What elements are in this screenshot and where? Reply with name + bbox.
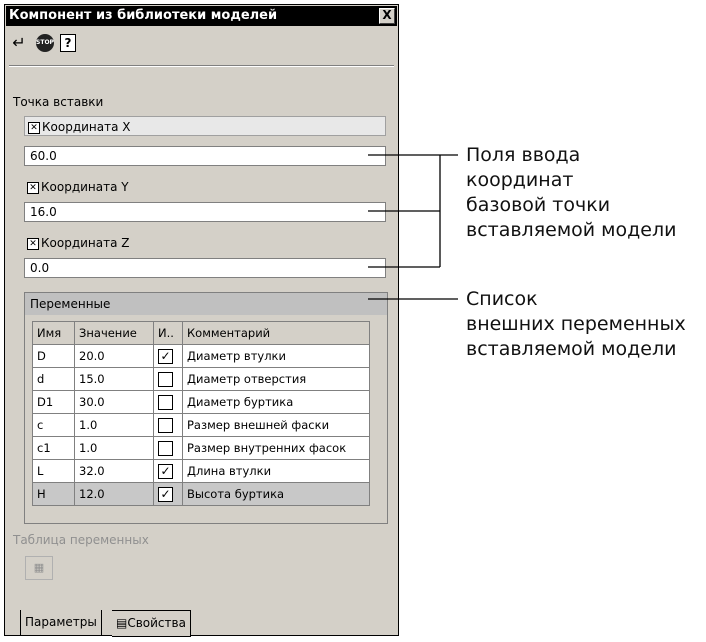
external-checkbox[interactable]	[158, 394, 173, 410]
vars-callout: Список внешних переменных вставляемой мо…	[466, 287, 686, 362]
external-checkbox[interactable]	[158, 371, 173, 387]
properties-icon: ▤	[116, 616, 128, 630]
library-component-panel: Компонент из библиотеки моделей X ↵ STOP…	[4, 4, 400, 637]
external-checkbox[interactable]	[158, 440, 173, 456]
coords-callout-line-3: базовой точки	[466, 194, 611, 216]
var-external-cell[interactable]: ✓	[153, 344, 183, 368]
panel-title: Компонент из библиотеки моделей	[9, 8, 278, 23]
vars-callout-line-3: вставляемой модели	[466, 338, 677, 360]
var-table-icon[interactable]: ▦	[25, 556, 53, 580]
var-name-cell[interactable]: D	[32, 344, 75, 368]
variables-table: Имя Значение И.. Комментарий D 20.0 ✓ Диаме…	[32, 321, 370, 506]
var-value-cell[interactable]: 12.0	[74, 482, 154, 506]
var-value-cell[interactable]: 20.0	[74, 344, 154, 368]
var-external-cell[interactable]	[153, 367, 183, 391]
var-comment-cell[interactable]: Размер внешней фаски	[182, 413, 370, 437]
stop-icon[interactable]: STOP	[36, 34, 54, 52]
coord-z-checkbox[interactable]: ✕	[27, 237, 39, 250]
panel-tabs: Параметры ▤Свойства	[5, 610, 400, 637]
var-external-cell[interactable]	[153, 413, 183, 437]
var-comment-cell[interactable]: Диаметр втулки	[182, 344, 370, 368]
col-external[interactable]: И..	[153, 321, 183, 345]
var-table-label: Таблица переменных	[13, 533, 149, 547]
variables-heading[interactable]: Переменные	[25, 293, 387, 315]
enter-arrow-icon[interactable]: ↵	[9, 33, 29, 53]
var-value-cell[interactable]: 15.0	[74, 367, 154, 391]
toolbar-divider	[9, 65, 394, 67]
var-external-cell[interactable]: ✓	[153, 459, 183, 483]
var-comment-cell[interactable]: Длина втулки	[182, 459, 370, 483]
coord-x-label: Координата X	[42, 120, 131, 134]
close-button[interactable]: X	[379, 8, 395, 24]
var-value-cell[interactable]: 30.0	[74, 390, 154, 414]
table-row[interactable]: c 1.0 Размер внешней фаски	[32, 413, 370, 437]
table-row[interactable]: c1 1.0 Размер внутренних фасок	[32, 436, 370, 460]
external-checkbox[interactable]: ✓	[158, 348, 173, 364]
var-name-cell[interactable]: D1	[32, 390, 75, 414]
panel-titlebar: Компонент из библиотеки моделей X	[6, 6, 397, 26]
coord-z-header[interactable]: ✕ Координата Z	[24, 233, 386, 253]
coords-callout-line-4: вставляемой модели	[466, 219, 677, 241]
help-icon[interactable]: ?	[60, 34, 76, 52]
col-name[interactable]: Имя	[32, 321, 75, 345]
var-name-cell[interactable]: L	[32, 459, 75, 483]
tab-parameters[interactable]: Параметры	[20, 610, 102, 636]
coords-callout: Поля ввода координат базовой точки встав…	[466, 143, 676, 243]
var-value-cell[interactable]: 1.0	[74, 413, 154, 437]
col-value[interactable]: Значение	[74, 321, 154, 345]
coord-y-input[interactable]: 16.0	[24, 202, 386, 222]
coord-y-label: Координата Y	[41, 180, 129, 194]
table-row[interactable]: D1 30.0 Диаметр буртика	[32, 390, 370, 414]
coords-callout-line-1: Поля ввода	[466, 144, 581, 166]
var-name-cell[interactable]: H	[32, 482, 75, 506]
var-name-cell[interactable]: d	[32, 367, 75, 391]
external-checkbox[interactable]: ✓	[158, 463, 173, 479]
coord-x-header[interactable]: ✕ Координата X	[24, 116, 386, 136]
table-row[interactable]: D 20.0 ✓ Диаметр втулки	[32, 344, 370, 368]
col-comment[interactable]: Комментарий	[182, 321, 370, 345]
var-value-cell[interactable]: 1.0	[74, 436, 154, 460]
var-comment-cell[interactable]: Диаметр буртика	[182, 390, 370, 414]
vars-callout-line-2: внешних переменных	[466, 313, 686, 335]
var-name-cell[interactable]: c1	[32, 436, 75, 460]
var-external-cell[interactable]	[153, 436, 183, 460]
external-checkbox[interactable]	[158, 417, 173, 433]
variables-group: Переменные Имя Значение И.. Комментарий …	[24, 292, 388, 524]
var-external-cell[interactable]: ✓	[153, 482, 183, 506]
coords-callout-line-2: координат	[466, 169, 574, 191]
coord-x-checkbox[interactable]: ✕	[28, 121, 40, 134]
coord-z-input[interactable]: 0.0	[24, 258, 386, 278]
var-name-cell[interactable]: c	[32, 413, 75, 437]
insert-point-heading: Точка вставки	[13, 95, 104, 109]
table-row[interactable]: L 32.0 ✓ Длина втулки	[32, 459, 370, 483]
var-value-cell[interactable]: 32.0	[74, 459, 154, 483]
var-external-cell[interactable]	[153, 390, 183, 414]
tab-properties-label: Свойства	[127, 616, 186, 630]
table-row[interactable]: H 12.0 ✓ Высота буртика	[32, 482, 370, 506]
table-row[interactable]: d 15.0 Диаметр отверстия	[32, 367, 370, 391]
var-comment-cell[interactable]: Размер внутренних фасок	[182, 436, 370, 460]
var-comment-cell[interactable]: Высота буртика	[182, 482, 370, 506]
coord-z-label: Координата Z	[41, 236, 130, 250]
external-checkbox[interactable]: ✓	[158, 486, 173, 502]
coord-y-checkbox[interactable]: ✕	[27, 181, 39, 194]
vars-callout-line-1: Список	[466, 288, 538, 310]
coord-y-header[interactable]: ✕ Координата Y	[24, 177, 386, 197]
coord-x-input[interactable]: 60.0	[24, 146, 386, 166]
tab-properties[interactable]: ▤Свойства	[112, 610, 191, 637]
var-comment-cell[interactable]: Диаметр отверстия	[182, 367, 370, 391]
